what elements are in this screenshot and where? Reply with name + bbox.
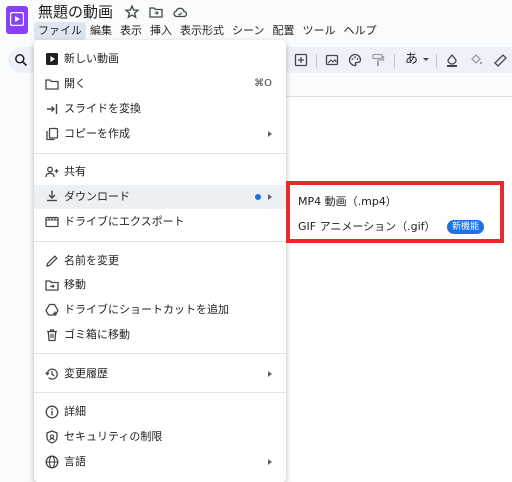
pencil-icon: [44, 253, 60, 269]
palette-icon[interactable]: [347, 52, 363, 68]
menu-scene[interactable]: シーン: [228, 22, 268, 40]
menu-item-make-copy[interactable]: コピーを作成: [34, 123, 286, 145]
download-gif-item[interactable]: GIF アニメーション（.gif） 新機能: [290, 216, 500, 238]
menu-item-convert-slides[interactable]: スライドを変換: [34, 98, 286, 120]
document-title[interactable]: 無題の動画: [38, 3, 113, 21]
image-icon[interactable]: [324, 52, 340, 68]
menu-help[interactable]: ヘルプ: [339, 22, 380, 40]
fill-color-icon[interactable]: [444, 52, 460, 68]
menu-item-shortcut: ⌘O: [254, 78, 272, 89]
file-menu: 新しい動画 開く ⌘O スライドを変換 コピーを作成 共有 ダウンロード ドライ…: [34, 40, 286, 482]
import-icon: [44, 101, 60, 117]
menu-item-share[interactable]: 共有: [34, 161, 286, 183]
menu-item-label: 新しい動画: [64, 52, 119, 65]
menu-item-rename[interactable]: 名前を変更: [34, 250, 286, 272]
film-icon: [44, 214, 60, 230]
menu-item-label: ダウンロード: [64, 190, 130, 203]
menu-item-version-history[interactable]: 変更履歴: [34, 363, 286, 385]
menu-insert[interactable]: 挿入: [146, 22, 176, 40]
menu-item-label: 変更履歴: [64, 367, 108, 380]
cloud-status-icon[interactable]: [172, 4, 188, 20]
menu-item-download[interactable]: ダウンロード: [34, 185, 286, 209]
menu-item-label: 詳細: [64, 405, 86, 418]
folder-icon: [44, 76, 60, 92]
chevron-right-icon: [268, 371, 272, 377]
info-icon: [44, 404, 60, 420]
menu-edit[interactable]: 編集: [86, 22, 116, 40]
menu-item-label: ゴミ箱に移動: [64, 328, 130, 341]
menu-item-label: 移動: [64, 278, 86, 291]
trash-icon: [44, 327, 60, 343]
menu-item-label: 開く: [64, 77, 86, 90]
menu-item-open[interactable]: 開く ⌘O: [34, 73, 286, 95]
chevron-down-icon[interactable]: [422, 57, 430, 63]
fill-bucket-icon[interactable]: [468, 52, 484, 68]
add-box-icon[interactable]: [293, 52, 309, 68]
menu-item-details[interactable]: 詳細: [34, 401, 286, 423]
video-icon: [44, 51, 60, 67]
menu-file[interactable]: ファイル: [34, 22, 86, 40]
menu-format[interactable]: 表示形式: [176, 22, 228, 40]
star-icon[interactable]: [124, 4, 140, 20]
share-person-icon: [44, 164, 60, 180]
download-mp4-item[interactable]: MP4 動画（.mp4）: [290, 191, 500, 213]
submenu-item-label: GIF アニメーション（.gif）: [298, 220, 436, 233]
submenu-item-label: MP4 動画（.mp4）: [298, 195, 397, 208]
copy-icon: [44, 126, 60, 142]
vids-logo-icon[interactable]: [6, 6, 28, 34]
menu-item-new-video[interactable]: 新しい動画: [34, 48, 286, 70]
menu-item-trash[interactable]: ゴミ箱に移動: [34, 324, 286, 346]
menu-item-label: 名前を変更: [64, 254, 119, 267]
drive-shortcut-icon: [44, 302, 60, 318]
menu-item-label: セキュリティの制限: [64, 430, 163, 443]
menu-item-label: ドライブにショートカットを追加: [64, 303, 229, 316]
menu-item-label: ドライブにエクスポート: [64, 215, 185, 228]
download-icon: [44, 188, 60, 204]
history-icon: [44, 366, 60, 382]
chevron-right-icon: [268, 131, 272, 137]
chevron-right-icon: [268, 194, 272, 200]
menu-item-security[interactable]: セキュリティの制限: [34, 426, 286, 448]
menubar: ファイル 編集 表示 挿入 表示形式 シーン 配置 ツール ヘルプ: [34, 22, 380, 40]
menu-item-move[interactable]: 移動: [34, 274, 286, 296]
globe-icon: [44, 454, 60, 470]
new-feature-badge: 新機能: [447, 220, 485, 234]
text-style-dropdown[interactable]: あ: [405, 51, 418, 69]
slide-canvas[interactable]: [280, 97, 512, 482]
menu-item-export-drive[interactable]: ドライブにエクスポート: [34, 211, 286, 233]
menu-item-label: コピーを作成: [64, 127, 130, 140]
menu-item-language[interactable]: 言語: [34, 451, 286, 473]
menu-item-label: スライドを変換: [64, 102, 141, 115]
menu-view[interactable]: 表示: [116, 22, 146, 40]
folder-move-icon: [44, 277, 60, 293]
border-style-icon[interactable]: [492, 52, 508, 68]
new-indicator-dot: [255, 194, 261, 200]
menu-tools[interactable]: ツール: [298, 22, 339, 40]
shield-icon: [44, 429, 60, 445]
search-icon[interactable]: [14, 53, 28, 67]
menu-item-label: 言語: [64, 455, 86, 468]
menu-item-add-shortcut[interactable]: ドライブにショートカットを追加: [34, 299, 286, 321]
menu-arrange[interactable]: 配置: [268, 22, 298, 40]
paint-format-icon[interactable]: [370, 52, 386, 68]
download-submenu: MP4 動画（.mp4） GIF アニメーション（.gif） 新機能: [286, 181, 504, 243]
menu-item-label: 共有: [64, 165, 86, 178]
chevron-right-icon: [268, 459, 272, 465]
move-folder-icon[interactable]: [148, 4, 164, 20]
